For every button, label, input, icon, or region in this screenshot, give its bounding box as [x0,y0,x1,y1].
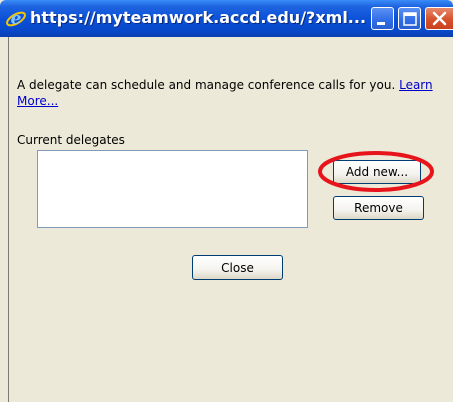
description-text: A delegate can schedule and manage confe… [17,78,396,92]
internet-explorer-icon: e [5,8,27,30]
delegate-description: A delegate can schedule and manage confe… [17,77,437,109]
title-bar[interactable]: e https://myteamwork.accd.edu/?xml... [0,0,453,37]
minimize-button[interactable] [371,7,394,30]
current-delegates-label: Current delegates [17,133,125,147]
window-title: https://myteamwork.accd.edu/?xml... [30,8,367,27]
close-button[interactable]: Close [192,255,283,280]
close-icon [432,11,447,26]
current-delegates-list[interactable] [37,150,308,228]
remove-button[interactable]: Remove [333,196,424,220]
highlight-ring [318,151,434,192]
minimize-icon [377,22,385,25]
svg-text:e: e [11,9,22,29]
close-window-button[interactable] [425,7,453,30]
browser-popup-window: e https://myteamwork.accd.edu/?xml... A … [0,0,453,402]
maximize-button[interactable] [398,7,421,30]
maximize-icon [403,12,417,26]
highlight-ellipse [318,151,434,192]
